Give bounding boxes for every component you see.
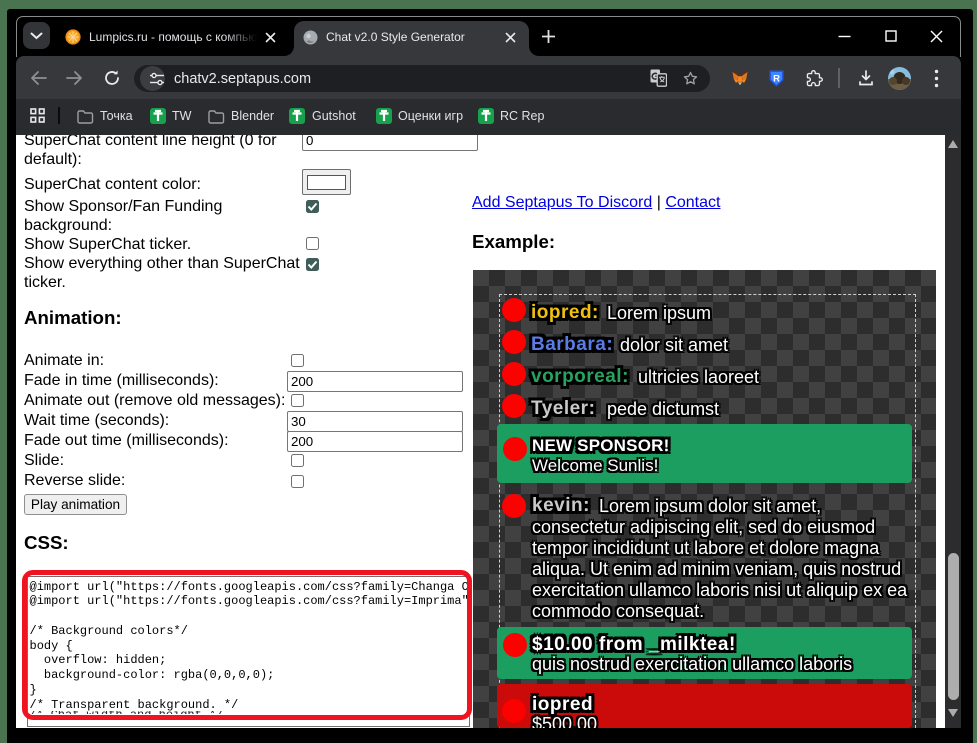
svg-text:R: R <box>773 74 780 85</box>
